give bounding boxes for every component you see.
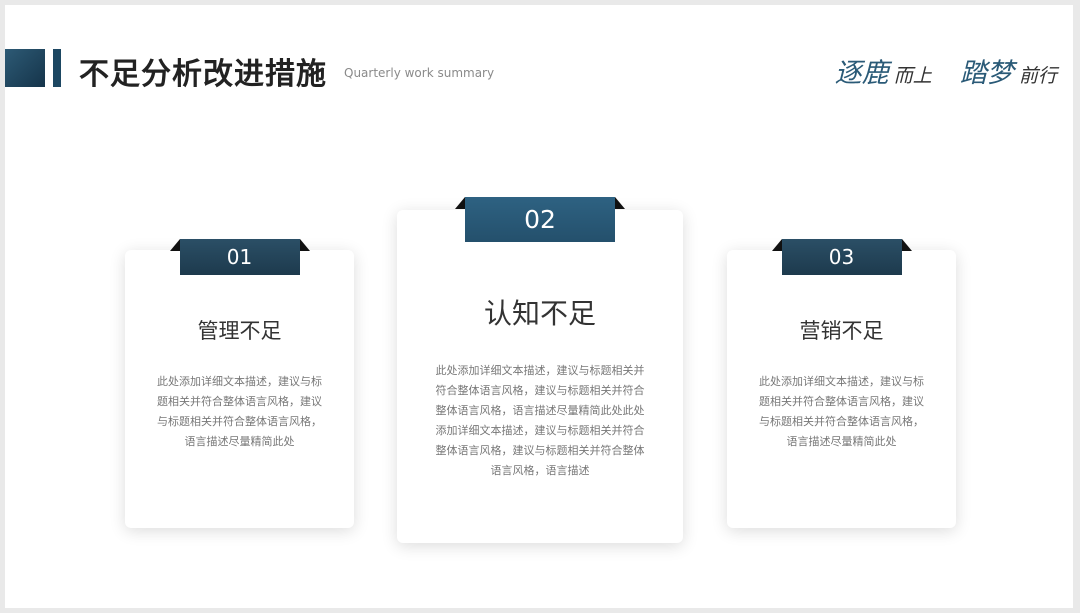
card-management: 01 管理不足 此处添加详细文本描述，建议与标题相关并符合整体语言风格，建议与标…: [125, 239, 354, 528]
title-decoration-bar: [53, 49, 61, 87]
card-cognition: 02 认知不足 此处添加详细文本描述，建议与标题相关并符合整体语言风格，建议与标…: [397, 197, 683, 543]
slogan-word-4: 前行: [1018, 65, 1057, 87]
card-description: 此处添加详细文本描述，建议与标题相关并符合整体语言风格，建议与标题相关并符合整体…: [759, 375, 924, 448]
card-title: 管理不足: [197, 319, 282, 343]
card-title: 认知不足: [483, 297, 596, 330]
page-subtitle: Quarterly work summary: [344, 66, 495, 80]
card-marketing: 03 营销不足 此处添加详细文本描述，建议与标题相关并符合整体语言风格，建议与标…: [727, 239, 956, 528]
page-title: 不足分析改进措施: [79, 57, 327, 92]
title-decoration-block: [5, 49, 45, 87]
slogan-word-2: 而上: [893, 65, 932, 87]
slogan: 逐鹿 而上 踏梦 前行: [835, 51, 1057, 90]
card-number-tab: 03: [771, 239, 912, 275]
card-title: 营销不足: [799, 319, 884, 343]
card-number-tab: 02: [455, 197, 625, 242]
card-description: 此处添加详细文本描述，建议与标题相关并符合整体语言风格，建议与标题相关并符合整体…: [157, 375, 322, 448]
slogan-word-1: 逐鹿: [834, 58, 889, 89]
slogan-word-3: 踏梦: [959, 58, 1014, 89]
slide: 不足分析改进措施 Quarterly work summary 逐鹿 而上 踏梦…: [5, 5, 1073, 608]
card-number-tab: 01: [169, 239, 310, 275]
card-description: 此处添加详细文本描述，建议与标题相关并符合整体语言风格，建议与标题相关并符合整体…: [435, 364, 645, 477]
